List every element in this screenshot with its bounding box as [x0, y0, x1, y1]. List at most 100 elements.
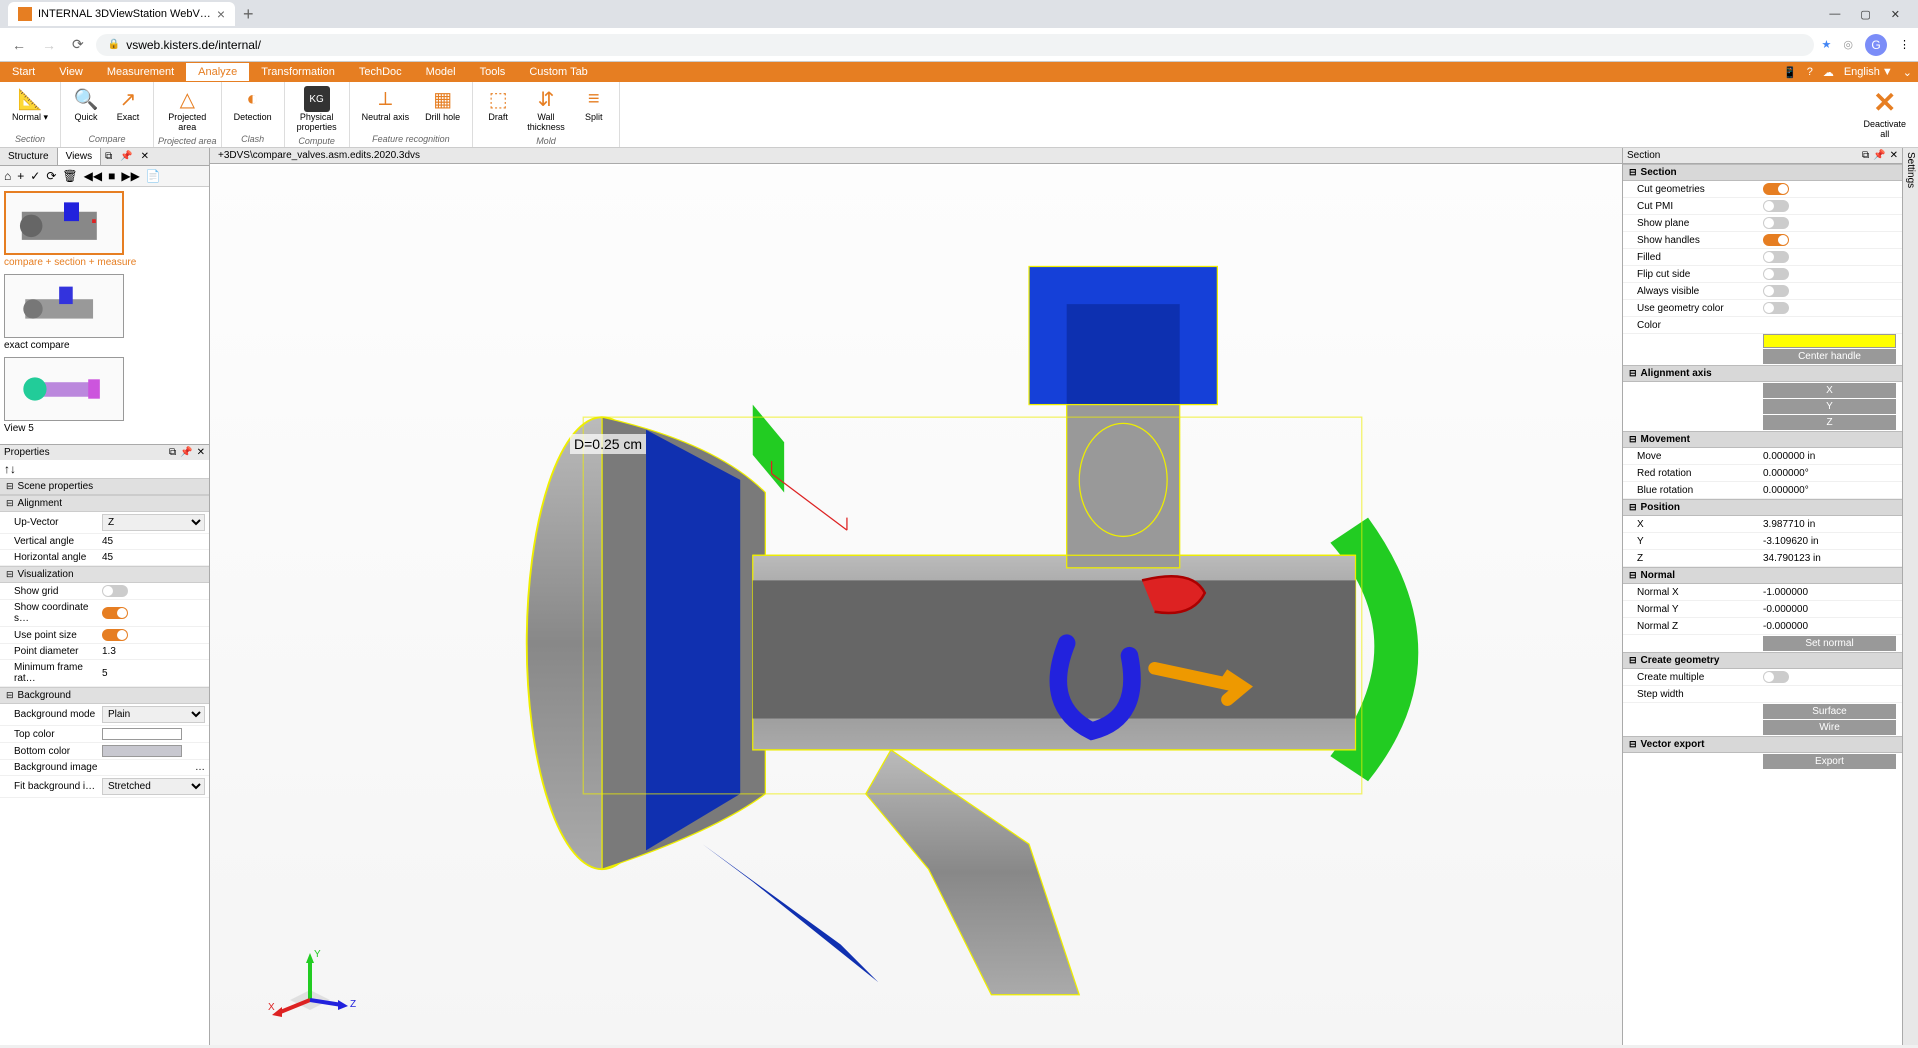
close-panel-icon[interactable]: ✕ — [137, 149, 153, 164]
normal-section[interactable]: ⊟Normal — [1623, 567, 1902, 584]
cut-geometries-toggle[interactable] — [1763, 183, 1789, 195]
refresh-icon[interactable]: ⟳ — [46, 169, 56, 183]
menu-icon[interactable]: ⋮ — [1899, 38, 1910, 51]
menu-tools[interactable]: Tools — [468, 63, 518, 81]
alignment-section[interactable]: ⊟Alignment — [0, 495, 209, 512]
pin-icon[interactable]: 📌 — [1873, 150, 1885, 161]
ribbon-split[interactable]: ≡Split — [573, 84, 615, 135]
up-vector-select[interactable]: Z — [102, 514, 205, 531]
new-tab-button[interactable]: + — [243, 4, 254, 25]
set-normal-button[interactable]: Set normal — [1763, 636, 1896, 651]
vector-export-section[interactable]: ⊟Vector export — [1623, 736, 1902, 753]
show-coord-toggle[interactable] — [102, 607, 128, 619]
add-icon[interactable]: + — [17, 169, 24, 183]
view-item[interactable]: compare + section + measure — [4, 191, 205, 268]
viewport-3d[interactable]: +3DVS\compare_valves.asm.edits.2020.3dvs — [210, 148, 1622, 1045]
profile-avatar[interactable]: G — [1865, 34, 1887, 56]
ribbon-physical[interactable]: KGPhysical properties — [289, 84, 345, 135]
ribbon-detection[interactable]: ◐Detection — [226, 84, 280, 133]
help-icon[interactable]: ? — [1807, 66, 1813, 78]
pin-icon[interactable]: 📌 — [180, 447, 192, 458]
reload-button[interactable]: ⟳ — [68, 32, 88, 57]
background-section[interactable]: ⊟Background — [0, 687, 209, 704]
close-icon[interactable]: ✕ — [197, 447, 205, 458]
ribbon-exact[interactable]: ↗Exact — [107, 84, 149, 133]
ribbon-normal[interactable]: 📐Normal ▾ — [4, 84, 56, 133]
surface-button[interactable]: Surface — [1763, 704, 1896, 719]
stop-icon[interactable]: ■ — [108, 169, 115, 183]
menu-analyze[interactable]: Analyze — [186, 63, 249, 81]
wire-button[interactable]: Wire — [1763, 720, 1896, 735]
settings-tab[interactable]: Settings — [1902, 148, 1918, 1045]
axis-gizmo[interactable]: X Y Z — [260, 945, 360, 1025]
url-input[interactable]: 🔒 vsweb.kisters.de/internal/ — [96, 34, 1814, 56]
tab-structure[interactable]: Structure — [0, 148, 58, 165]
export-icon[interactable]: 📄 — [146, 169, 161, 183]
use-point-toggle[interactable] — [102, 629, 128, 641]
show-handles-toggle[interactable] — [1763, 234, 1789, 246]
browser-tab[interactable]: INTERNAL 3DViewStation WebV… × — [8, 2, 235, 26]
export-button[interactable]: Export — [1763, 754, 1896, 769]
view-item[interactable]: View 5 — [4, 357, 205, 434]
menu-measurement[interactable]: Measurement — [95, 63, 186, 81]
close-window-icon[interactable]: ✕ — [1891, 8, 1900, 21]
back-button[interactable]: ← — [8, 33, 30, 57]
bottom-color-swatch[interactable] — [102, 745, 182, 757]
mobile-icon[interactable]: 📱 — [1783, 66, 1797, 79]
show-plane-toggle[interactable] — [1763, 217, 1789, 229]
new-window-icon[interactable]: ⧉ — [101, 149, 116, 164]
movement-section[interactable]: ⊟Movement — [1623, 431, 1902, 448]
view-item[interactable]: exact compare — [4, 274, 205, 351]
use-geo-color-toggle[interactable] — [1763, 302, 1789, 314]
cloud-icon[interactable]: ☁ — [1823, 66, 1834, 79]
cut-pmi-toggle[interactable] — [1763, 200, 1789, 212]
rewind-icon[interactable]: ◀◀ — [84, 169, 102, 183]
view-thumbnail[interactable] — [4, 191, 124, 255]
new-window-icon[interactable]: ⧉ — [1862, 150, 1869, 161]
menu-start[interactable]: Start — [0, 63, 47, 81]
language-selector[interactable]: English ▼ — [1844, 66, 1893, 78]
section-color-swatch[interactable] — [1763, 334, 1896, 348]
scene-properties-section[interactable]: ⊟Scene properties — [0, 478, 209, 495]
extension-icon[interactable]: ◎ — [1843, 38, 1853, 51]
new-window-icon[interactable]: ⧉ — [169, 447, 176, 458]
view-thumbnail[interactable] — [4, 357, 124, 421]
ribbon-quick[interactable]: 🔍Quick — [65, 84, 107, 133]
ribbon-draft[interactable]: ⬚Draft — [477, 84, 519, 135]
flip-toggle[interactable] — [1763, 268, 1789, 280]
axis-z-button[interactable]: Z — [1763, 415, 1896, 430]
ribbon-projected-area[interactable]: △Projected area — [160, 84, 214, 135]
menu-techdoc[interactable]: TechDoc — [347, 63, 414, 81]
bookmark-icon[interactable]: ★ — [1822, 38, 1832, 51]
menu-model[interactable]: Model — [414, 63, 468, 81]
always-toggle[interactable] — [1763, 285, 1789, 297]
forward-button[interactable]: → — [38, 33, 60, 57]
visualization-section[interactable]: ⊟Visualization — [0, 566, 209, 583]
bg-mode-select[interactable]: Plain — [102, 706, 205, 723]
expand-icon[interactable]: ⌄ — [1903, 66, 1912, 79]
axis-y-button[interactable]: Y — [1763, 399, 1896, 414]
axis-x-button[interactable]: X — [1763, 383, 1896, 398]
pin-icon[interactable]: 📌 — [116, 149, 136, 164]
create-multiple-toggle[interactable] — [1763, 671, 1789, 683]
position-section[interactable]: ⊟Position — [1623, 499, 1902, 516]
ribbon-neutral-axis[interactable]: ⟂Neutral axis — [354, 84, 418, 133]
fit-bg-select[interactable]: Stretched — [102, 778, 205, 795]
center-handle-button[interactable]: Center handle — [1763, 349, 1896, 364]
canvas-3d[interactable]: D=0.25 cm X Y Z — [210, 166, 1622, 1045]
forward2-icon[interactable]: ▶▶ — [121, 169, 139, 183]
home-icon[interactable]: ⌂ — [4, 169, 11, 183]
top-color-swatch[interactable] — [102, 728, 182, 740]
ribbon-drill-hole[interactable]: ▦Drill hole — [417, 84, 468, 133]
sort-button[interactable]: ↑↓ — [0, 460, 209, 478]
show-grid-toggle[interactable] — [102, 585, 128, 597]
section-section[interactable]: ⊟Section — [1623, 164, 1902, 181]
menu-transformation[interactable]: Transformation — [249, 63, 347, 81]
trash-icon[interactable]: 🗑 — [62, 169, 77, 183]
deactivate-all-button[interactable]: ✕ Deactivate all — [1851, 82, 1918, 147]
maximize-icon[interactable]: ▢ — [1860, 8, 1870, 21]
check-icon[interactable]: ✓ — [30, 169, 40, 183]
tab-views[interactable]: Views — [58, 148, 102, 165]
alignment-axis-section[interactable]: ⊟Alignment axis — [1623, 365, 1902, 382]
minimize-icon[interactable]: — — [1829, 8, 1840, 21]
